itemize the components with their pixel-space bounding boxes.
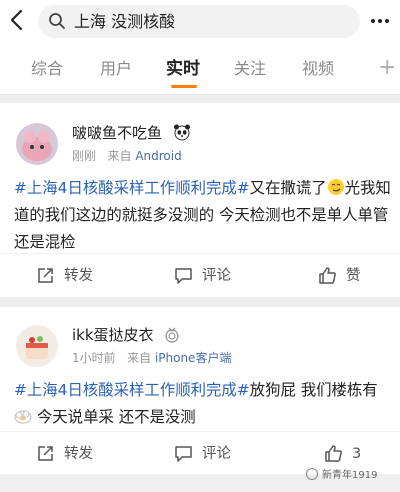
- back-arrow-icon[interactable]: [6, 8, 30, 32]
- tab-video[interactable]: 视频: [302, 58, 334, 80]
- username[interactable]: 啵啵鱼不吃鱼: [72, 123, 191, 143]
- medal-badge-icon: [165, 327, 179, 343]
- avatar[interactable]: [16, 123, 58, 165]
- search-tabs: 综合 用户 实时 关注 视频 +: [0, 42, 400, 95]
- post-source[interactable]: Android: [135, 149, 181, 163]
- post-time: 1小时前: [72, 351, 116, 365]
- post-card: ikk蛋挞皮衣 1小时前 来自 iPhone客户端 #上海4日核酸采样工作顺利完…: [0, 307, 400, 474]
- like-button[interactable]: 3: [325, 444, 362, 464]
- comment-icon: [175, 446, 192, 462]
- comment-icon: [175, 268, 192, 284]
- search-icon: [49, 13, 65, 29]
- search-input[interactable]: 上海 没测核酸: [38, 5, 360, 38]
- hashtag-link[interactable]: #上海4日核酸采样工作顺利完成#: [14, 179, 250, 197]
- repost-button[interactable]: 转发: [38, 266, 93, 286]
- avatar[interactable]: [16, 325, 58, 367]
- hashtag-link[interactable]: #上海4日核酸采样工作顺利完成#: [14, 381, 250, 399]
- wechat-logo-icon: [306, 468, 318, 480]
- thumbs-up-icon: [319, 267, 336, 284]
- post-meta: 1小时前 来自 iPhone客户端: [72, 350, 231, 366]
- thumbs-up-icon: [325, 445, 342, 462]
- search-query-text: 上海 没测核酸: [74, 12, 176, 31]
- post-source[interactable]: iPhone客户端: [155, 351, 232, 365]
- post-actions: 转发 评论 赞: [0, 253, 400, 297]
- post-text-continued: 今天说单采 还不是没测: [32, 408, 196, 426]
- repost-icon: [38, 446, 53, 461]
- comment-button[interactable]: 评论: [175, 444, 231, 464]
- source-prefix: 来自: [107, 149, 132, 163]
- active-tab-indicator: [171, 85, 197, 88]
- watermark: 新青年1919: [306, 468, 377, 483]
- like-button[interactable]: 赞: [319, 266, 361, 286]
- repost-button[interactable]: 转发: [38, 444, 93, 464]
- smirk-emoji-icon: [327, 179, 344, 195]
- tab-realtime[interactable]: 实时: [166, 58, 200, 80]
- add-tab-button[interactable]: +: [378, 56, 396, 80]
- post-body: #上海4日核酸采样工作顺利完成#放狗屁 我们楼栋有 今天说单采 还不是没测: [14, 377, 392, 431]
- sheep-emoji-icon: [14, 410, 32, 424]
- tab-users[interactable]: 用户: [100, 58, 132, 80]
- post-text: 又在撒谎了: [249, 179, 327, 197]
- panda-emoji-icon: [173, 124, 190, 141]
- tab-comprehensive[interactable]: 综合: [31, 58, 63, 80]
- top-bar: 上海 没测核酸: [0, 0, 400, 42]
- post-meta: 刚刚 来自 Android: [72, 148, 182, 164]
- username[interactable]: ikk蛋挞皮衣: [72, 325, 180, 345]
- more-options-icon[interactable]: [370, 12, 390, 30]
- source-prefix: 来自: [127, 351, 152, 365]
- post-body: #上海4日核酸采样工作顺利完成#又在撒谎了 光我知道的我们这边的就挺多没测的 今天…: [14, 175, 392, 256]
- post-time: 刚刚: [72, 149, 97, 163]
- like-count: 3: [352, 446, 362, 462]
- tab-following[interactable]: 关注: [234, 58, 266, 80]
- post-card: 啵啵鱼不吃鱼 刚刚 来自 Android #上海4日核酸采样工作顺利完成#又在撒…: [0, 103, 400, 297]
- comment-button[interactable]: 评论: [175, 266, 231, 286]
- repost-icon: [38, 268, 53, 283]
- post-text: 放狗屁 我们楼栋有: [249, 381, 378, 399]
